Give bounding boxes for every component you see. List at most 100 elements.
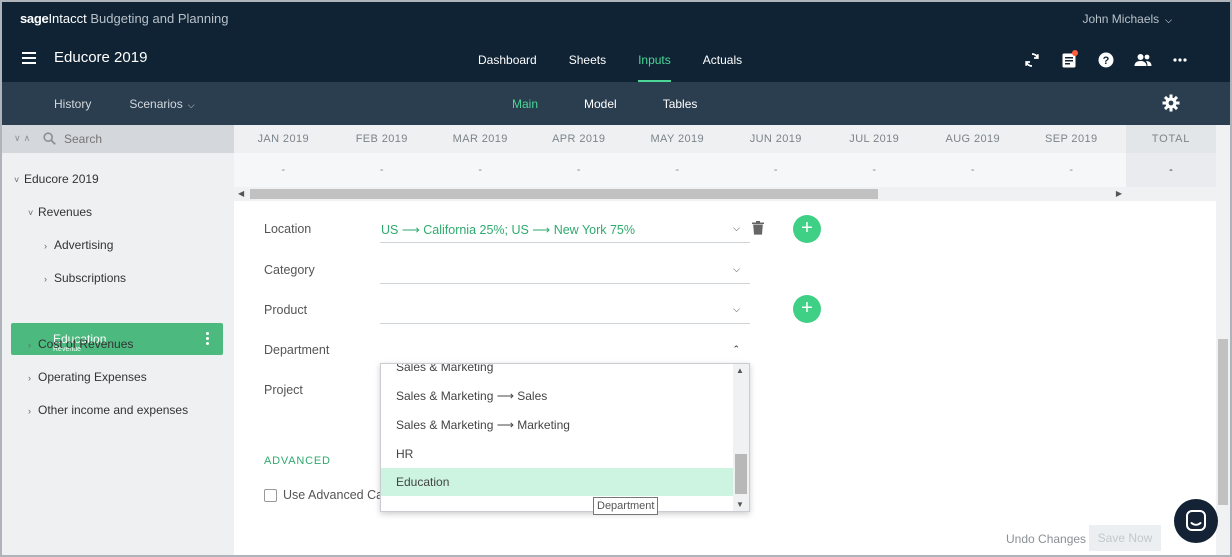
product-label: Product [264, 303, 308, 317]
scrollbar-thumb[interactable] [250, 189, 878, 199]
tree-item-label: Operating Expenses [38, 370, 147, 384]
scroll-right-icon[interactable]: ▶ [1116, 189, 1122, 198]
brand-logo: sageIntacct Budgeting and Planning [20, 11, 228, 26]
tree-item-cost-of-revenues[interactable]: › Cost of Revenues [28, 334, 133, 354]
more-icon[interactable] [1170, 50, 1190, 70]
help-icon[interactable]: ? [1096, 50, 1116, 70]
scrollbar-thumb[interactable] [735, 454, 747, 494]
advanced-section-title: ADVANCED [264, 455, 331, 467]
grid-cell[interactable]: - [431, 153, 530, 187]
tree-item-advertising[interactable]: › Advertising [44, 235, 113, 255]
tree-item-other-income[interactable]: › Other income and expenses [28, 400, 188, 420]
add-product-button[interactable]: + [793, 295, 821, 323]
chevron-down-icon: ⌵ [1165, 15, 1172, 25]
scenarios-dropdown[interactable]: Scenarios ⌵ [129, 97, 194, 111]
tree-item-subscriptions[interactable]: › Subscriptions [44, 268, 126, 288]
grid-cell[interactable]: - [924, 153, 1023, 187]
chevron-down-icon: ⌵ [733, 264, 740, 274]
app-window: sageIntacct Budgeting and Planning John … [0, 0, 1232, 557]
user-name: John Michaels [1082, 12, 1160, 26]
tab-main[interactable]: Main [512, 97, 538, 111]
department-label: Department [264, 343, 330, 357]
svg-text:?: ? [1103, 55, 1110, 67]
grid-cell[interactable]: - [530, 153, 629, 187]
grid-column-header: JUN 2019 [749, 133, 802, 145]
use-advanced-checkbox[interactable] [264, 488, 277, 502]
scroll-down-icon[interactable]: ▼ [736, 500, 744, 509]
dropdown-option-selected[interactable]: Education [381, 468, 735, 496]
scrollbar-thumb[interactable] [1218, 339, 1228, 505]
users-icon[interactable] [1133, 50, 1153, 70]
kebab-menu-icon[interactable] [206, 332, 209, 347]
dropdown-option[interactable]: Sales & Marketing [381, 364, 735, 381]
tree-item-educore[interactable]: ˅ Educore 2019 [14, 169, 99, 189]
tree-item-label: Other income and expenses [38, 403, 189, 417]
hamburger-menu-icon[interactable] [22, 52, 36, 64]
dropdown-scrollbar[interactable]: ▲ ▼ [733, 364, 749, 511]
expand-collapse-icon[interactable]: ∨∧ [14, 133, 33, 144]
use-advanced-checkbox-row[interactable]: Use Advanced Calculation [264, 488, 383, 502]
sub-nav-left: History Scenarios ⌵ [54, 97, 195, 111]
tab-tables[interactable]: Tables [663, 97, 698, 111]
grid-cell[interactable]: - [628, 153, 727, 187]
sidebar-search: ∨∧ [2, 125, 234, 153]
grid-cell[interactable]: - [234, 153, 333, 187]
tree-item-revenues[interactable]: ˅ Revenues [28, 202, 92, 222]
tab-inputs[interactable]: Inputs [622, 42, 687, 82]
grid-column-header: FEB 2019 [355, 133, 408, 145]
grid-total-cell: - [1126, 153, 1216, 187]
gear-icon[interactable] [1162, 94, 1180, 112]
grid-column-header: SEP 2019 [1044, 133, 1098, 145]
add-location-button[interactable]: + [793, 215, 821, 243]
sidebar: ∨∧ ˅Educore 2019 ˅Revenues ›Advertising … [2, 125, 234, 555]
category-label: Category [264, 263, 315, 277]
department-dropdown-list: Sales & Marketing Sales & Marketing ⟶ Sa… [380, 363, 750, 512]
grid-row: - - - - - - - - - [234, 153, 1126, 187]
user-menu[interactable]: John Michaels ⌵ [1082, 12, 1172, 26]
product-select[interactable]: ⌵ [380, 296, 750, 324]
chevron-right-icon: › [28, 373, 31, 383]
dropdown-option[interactable]: HR [381, 440, 735, 468]
tree-item-label: Educore 2019 [24, 172, 99, 186]
category-select[interactable]: ⌵ [380, 256, 750, 284]
chevron-down-icon: ⌵ [733, 304, 740, 314]
scroll-up-icon[interactable]: ▲ [736, 366, 744, 375]
page-vertical-scrollbar[interactable] [1216, 125, 1230, 555]
tab-sheets[interactable]: Sheets [553, 42, 622, 82]
grid-cell[interactable]: - [333, 153, 432, 187]
scroll-left-icon[interactable]: ◀ [238, 189, 244, 198]
brand-sage: sage [20, 11, 49, 26]
grid-cell[interactable]: - [1022, 153, 1121, 187]
grid-column-header: MAR 2019 [452, 133, 508, 145]
save-now-button[interactable]: Save Now [1089, 525, 1161, 551]
tree-item-label: Revenues [38, 205, 93, 219]
dropdown-option[interactable]: Sales & Marketing ⟶ Marketing [381, 411, 735, 439]
history-link[interactable]: History [54, 97, 91, 111]
tab-model[interactable]: Model [584, 97, 617, 111]
tree-item-operating-expenses[interactable]: › Operating Expenses [28, 367, 147, 387]
grid-corner [1126, 187, 1216, 201]
chevron-down-icon: ⌵ [187, 100, 195, 110]
top-bar: sageIntacct Budgeting and Planning John … [2, 2, 1230, 82]
clipboard-icon[interactable] [1059, 50, 1079, 70]
dropdown-option[interactable]: Sales & Marketing ⟶ Sales [381, 382, 735, 410]
chevron-right-icon: › [44, 274, 47, 284]
department-select[interactable]: ⌃ [380, 336, 750, 364]
search-icon [43, 132, 56, 148]
grid-horizontal-scrollbar[interactable]: ◀ ▶ [234, 187, 1126, 201]
undo-changes-button[interactable]: Undo Changes [1006, 532, 1086, 546]
grid-header: JAN 2019 FEB 2019 MAR 2019 APR 2019 MAY … [234, 125, 1126, 153]
chevron-right-icon: › [28, 406, 31, 416]
trash-icon[interactable] [752, 221, 766, 237]
chevron-right-icon: › [28, 340, 31, 350]
chat-launcher-button[interactable] [1174, 499, 1218, 543]
tab-actuals[interactable]: Actuals [687, 42, 758, 82]
chevron-right-icon: › [44, 241, 47, 251]
use-advanced-label: Use Advanced Calculation [283, 488, 383, 502]
search-input[interactable] [64, 130, 214, 148]
location-select[interactable]: US ⟶ California 25%; US ⟶ New York 75% ⌵ [380, 215, 750, 243]
tab-dashboard[interactable]: Dashboard [462, 42, 553, 82]
refresh-icon[interactable] [1022, 50, 1042, 70]
grid-cell[interactable]: - [727, 153, 826, 187]
grid-cell[interactable]: - [825, 153, 924, 187]
